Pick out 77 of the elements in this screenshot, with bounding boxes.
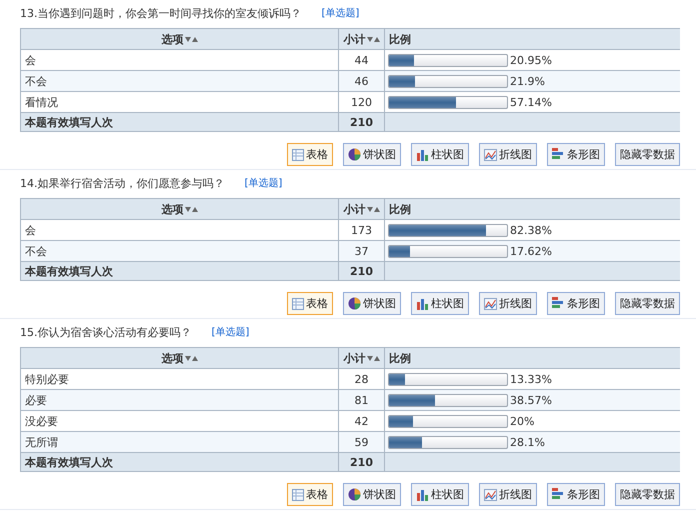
total-count: 210 <box>338 452 384 472</box>
question-title: 15.你认为宿舍谈心活动有必要吗？ <box>20 324 192 340</box>
chart-type-button[interactable]: 隐藏零数据 <box>615 483 680 506</box>
column-header: 小计 <box>344 350 366 366</box>
option-cell: 不会 <box>20 240 338 262</box>
column-header: 选项 <box>162 350 184 366</box>
chart-type-button[interactable]: 表格 <box>287 483 333 506</box>
total-count: 210 <box>338 262 384 280</box>
total-count: 210 <box>338 112 384 132</box>
percent-text: 20.95% <box>510 54 552 66</box>
column-header: 比例 <box>389 352 411 364</box>
sort-icon[interactable] <box>184 206 198 212</box>
line-chart-icon <box>484 148 497 160</box>
chart-type-button[interactable]: 表格 <box>287 292 333 315</box>
percent-text: 38.57% <box>510 394 552 406</box>
total-label: 本题有效填写人次 <box>20 112 338 132</box>
chart-type-button[interactable]: 饼状图 <box>343 483 401 506</box>
column-header: 比例 <box>389 32 411 46</box>
chart-type-button[interactable]: 折线图 <box>479 483 537 506</box>
chart-type-button[interactable]: 饼状图 <box>343 292 401 315</box>
chart-type-button[interactable]: 柱状图 <box>411 143 469 166</box>
count-cell: 81 <box>338 390 384 410</box>
column-header: 选项 <box>162 32 184 46</box>
pie-chart-icon <box>348 148 361 161</box>
table-icon <box>292 488 304 500</box>
bar-chart-icon <box>416 298 429 310</box>
question-type-link[interactable]: [单选题] <box>244 176 282 190</box>
question-type-link[interactable]: [单选题] <box>322 6 360 20</box>
chart-type-button[interactable]: 条形图 <box>547 143 605 166</box>
column-header: 小计 <box>344 32 366 46</box>
percent-text: 57.14% <box>510 96 552 108</box>
sort-icon[interactable] <box>366 206 380 212</box>
chart-type-button[interactable]: 条形图 <box>547 292 605 315</box>
column-header: 小计 <box>344 202 366 216</box>
option-cell: 无所谓 <box>20 432 338 452</box>
percent-text: 13.33% <box>510 372 552 386</box>
percent-text: 17.62% <box>510 244 552 258</box>
total-label: 本题有效填写人次 <box>20 452 338 472</box>
percent-text: 82.38% <box>510 224 552 236</box>
count-cell: 37 <box>338 240 384 262</box>
line-chart-icon <box>484 298 497 310</box>
chart-type-button[interactable]: 隐藏零数据 <box>615 292 680 315</box>
question-type-link[interactable]: [单选题] <box>212 325 250 339</box>
bar-chart-icon <box>416 148 429 160</box>
count-cell: 46 <box>338 70 384 92</box>
sort-icon[interactable] <box>366 354 380 362</box>
bar-chart-icon <box>416 488 429 500</box>
column-header: 比例 <box>389 202 411 216</box>
pie-chart-icon <box>348 297 361 310</box>
chart-type-button[interactable]: 隐藏零数据 <box>615 143 680 166</box>
percent-text: 21.9% <box>510 74 545 88</box>
horizontal-bar-chart-icon <box>552 297 565 310</box>
table-icon <box>292 298 304 310</box>
chart-type-button[interactable]: 折线图 <box>479 143 537 166</box>
pie-chart-icon <box>348 488 361 501</box>
sort-icon[interactable] <box>366 36 380 42</box>
chart-type-button[interactable]: 表格 <box>287 143 333 166</box>
chart-type-button[interactable]: 条形图 <box>547 483 605 506</box>
table-icon <box>292 148 304 160</box>
sort-icon[interactable] <box>184 354 198 362</box>
question-title: 14.如果举行宿舍活动，你们愿意参与吗？ <box>20 176 224 190</box>
chart-type-button[interactable]: 柱状图 <box>411 292 469 315</box>
sort-icon[interactable] <box>184 36 198 42</box>
chart-type-button[interactable]: 饼状图 <box>343 143 401 166</box>
percent-text: 28.1% <box>510 436 545 448</box>
total-label: 本题有效填写人次 <box>20 262 338 280</box>
percent-text: 20% <box>510 414 534 428</box>
chart-type-button[interactable]: 折线图 <box>479 292 537 315</box>
option-cell: 不会 <box>20 70 338 92</box>
count-cell: 59 <box>338 432 384 452</box>
question-title: 13.当你遇到问题时，你会第一时间寻找你的室友倾诉吗？ <box>20 6 302 20</box>
chart-type-button[interactable]: 柱状图 <box>411 483 469 506</box>
horizontal-bar-chart-icon <box>552 488 565 501</box>
column-header: 选项 <box>162 202 184 216</box>
horizontal-bar-chart-icon <box>552 148 565 161</box>
line-chart-icon <box>484 488 497 500</box>
option-cell: 必要 <box>20 390 338 410</box>
